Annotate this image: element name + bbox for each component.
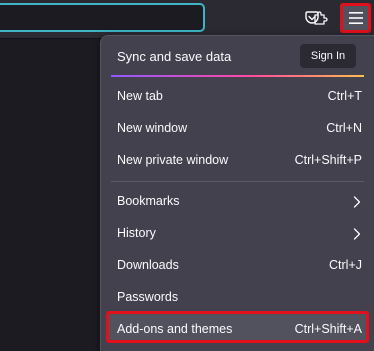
menu-item-shortcut: Ctrl+Shift+A [294, 322, 362, 336]
extensions-puzzle-icon[interactable] [307, 4, 333, 32]
menu-item-shortcut: Ctrl+J [329, 258, 362, 272]
chevron-right-icon [353, 227, 361, 245]
chevron-right-icon [353, 195, 361, 213]
menu-item-label: New tab [117, 89, 163, 103]
app-menu-panel: Sync and save data Sign In New tab Ctrl+… [100, 35, 374, 351]
menu-divider [111, 181, 364, 182]
menu-item-passwords[interactable]: Passwords [106, 283, 369, 311]
menu-item-shortcut: Ctrl+N [326, 121, 362, 135]
menu-item-bookmarks[interactable]: Bookmarks [106, 187, 369, 215]
menu-item-shortcut: Ctrl+T [327, 89, 362, 103]
menu-item-new-private-window[interactable]: New private window Ctrl+Shift+P [106, 146, 369, 174]
sync-gradient-divider [111, 75, 364, 77]
menu-item-history[interactable]: History [106, 219, 369, 247]
url-bar[interactable] [0, 3, 205, 32]
menu-item-label: Passwords [117, 290, 179, 304]
menu-item-downloads[interactable]: Downloads Ctrl+J [106, 251, 369, 279]
menu-item-label: Bookmarks [117, 194, 180, 208]
sync-label: Sync and save data [117, 49, 232, 64]
sign-in-button[interactable]: Sign In [300, 44, 356, 68]
menu-item-label: New window [117, 121, 188, 135]
menu-item-label: New private window [117, 153, 229, 167]
menu-item-label: Add-ons and themes [117, 322, 233, 336]
menu-item-label: Downloads [117, 258, 179, 272]
menu-item-shortcut: Ctrl+Shift+P [294, 153, 362, 167]
menu-item-new-window[interactable]: New window Ctrl+N [106, 114, 369, 142]
menu-item-add-ons-and-themes[interactable]: Add-ons and themes Ctrl+Shift+A [106, 311, 369, 343]
sync-row: Sync and save data Sign In [101, 36, 374, 76]
hamburger-menu-icon[interactable] [340, 3, 371, 33]
browser-toolbar [0, 0, 374, 38]
menu-item-label: History [117, 226, 156, 240]
menu-item-new-tab[interactable]: New tab Ctrl+T [106, 82, 369, 110]
